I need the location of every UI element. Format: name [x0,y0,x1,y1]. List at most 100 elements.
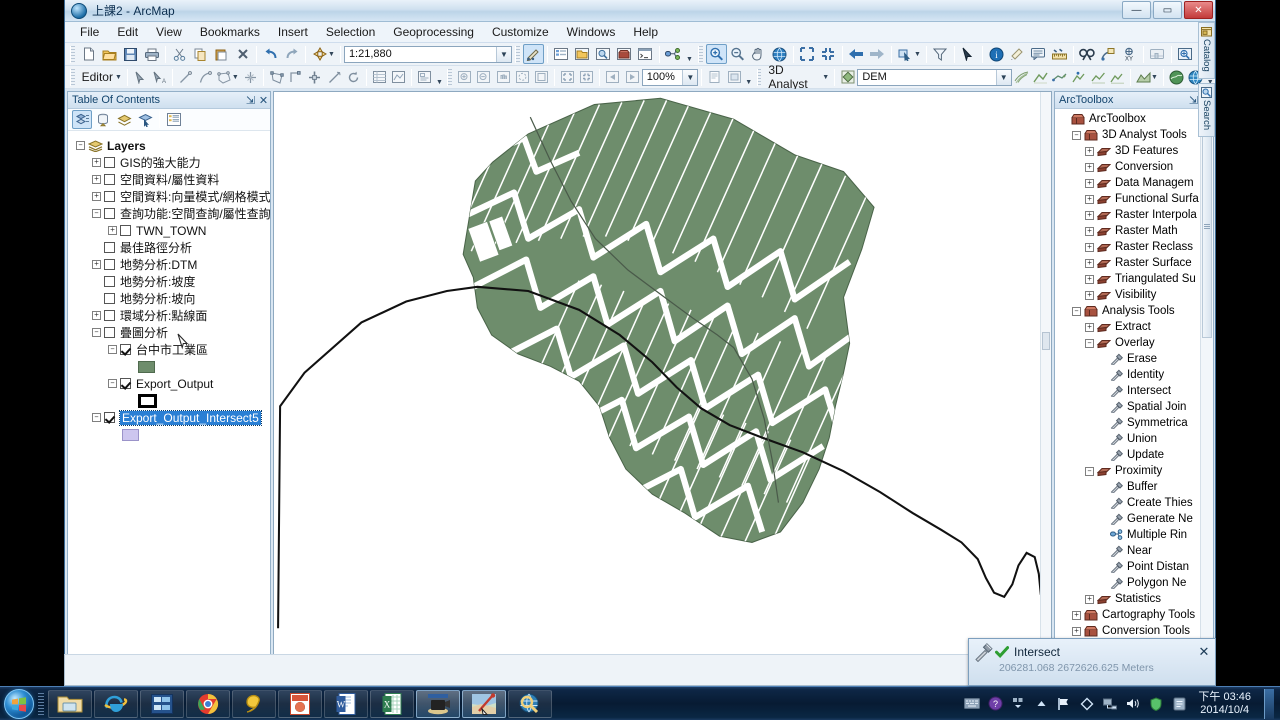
toolbox-tree-row[interactable]: – Proximity [1055,463,1213,479]
rotate-icon[interactable] [344,67,363,87]
layer-visibility-checkbox[interactable] [104,412,115,423]
menu-file[interactable]: File [71,23,108,41]
menu-selection[interactable]: Selection [317,23,384,41]
go-back-layout-icon[interactable] [603,67,622,87]
toc-root-layers[interactable]: – Layers [68,137,270,154]
taskbar-google-chrome[interactable] [186,689,230,718]
layer-visibility-checkbox[interactable] [104,259,115,270]
toolbox-tree-row[interactable]: Identity [1055,367,1213,383]
taskbar-word[interactable]: W [324,689,368,718]
maximize-button[interactable]: ▭ [1153,1,1182,19]
expander-icon[interactable]: – [76,141,85,150]
toolbox-tree-row[interactable]: Buffer [1055,479,1213,495]
create-viewer-window-icon[interactable] [1175,44,1196,64]
toolbar-overflow-button[interactable]: ▼ [684,45,695,63]
toolbox-tree-row[interactable]: Update [1055,447,1213,463]
zoom-whole-page-icon[interactable] [558,67,577,87]
midpoint-icon[interactable] [241,67,260,87]
toolbox-tree-row[interactable]: + Raster Reclass [1055,239,1213,255]
taskbar-arccatalog[interactable] [508,689,552,718]
toolbar-grip[interactable] [70,45,75,63]
layer-visibility-checkbox[interactable] [120,344,131,355]
toc-layer-row[interactable]: – 查詢功能:空間查詢/屬性查詢 [68,205,270,222]
toc-close-icon[interactable]: ✕ [257,94,270,107]
toc-layer-row[interactable]: + 地勢分析:DTM [68,256,270,273]
select-dropdown-arrow[interactable]: ▼ [914,51,921,58]
toolbar-overflow-button[interactable]: ▼ [434,68,444,86]
layer-visibility-checkbox[interactable] [104,208,115,219]
pan-layout-icon[interactable] [493,67,512,87]
split-icon[interactable] [305,67,324,87]
go-to-xy-icon[interactable]: XY [1119,44,1140,64]
redo-icon[interactable] [281,44,302,64]
zoom-100-percent-icon[interactable] [577,67,596,87]
expander-icon[interactable]: + [108,226,117,235]
toolbar-grip[interactable] [756,68,762,86]
layer-symbol-row[interactable] [68,358,270,375]
map-graphic[interactable] [274,92,1051,666]
add-data-icon[interactable] [309,44,330,64]
menu-insert[interactable]: Insert [269,23,317,41]
attributes-icon[interactable] [370,67,389,87]
expander-icon[interactable]: + [1072,626,1081,636]
hidden-icons-icon[interactable] [1010,696,1026,712]
taskbar-media-library[interactable] [140,689,184,718]
layer-visibility-checkbox[interactable] [104,276,115,287]
expander-icon[interactable]: + [1085,194,1094,204]
expander-icon[interactable]: + [1085,242,1094,252]
antivirus-icon[interactable] [1148,696,1164,712]
expander-icon[interactable]: – [1072,306,1081,316]
go-forward-layout-icon[interactable] [623,67,642,87]
add-data-dropdown-arrow[interactable]: ▼ [328,51,335,58]
toolbox-tree-row[interactable]: + Conversion [1055,159,1213,175]
toolbox-tree-row[interactable]: ArcToolbox [1055,111,1213,127]
keyboard-icon[interactable] [964,696,981,712]
identify-icon[interactable]: i [986,44,1007,64]
clear-selection-icon[interactable] [930,44,951,64]
line-of-sight-icon[interactable] [1050,67,1069,87]
map-vscroll-thumb[interactable] [1042,332,1050,350]
flag-icon[interactable] [1056,696,1072,712]
expander-icon[interactable]: – [92,328,101,337]
steepest-path-icon[interactable] [1031,67,1050,87]
search-window-icon[interactable] [593,44,614,64]
layer-symbol-row[interactable] [68,426,270,443]
zoom-out-layout-icon[interactable] [474,67,493,87]
toolbox-tree-row[interactable]: + Conversion Tools [1055,623,1213,639]
toolbox-tree-row[interactable]: Polygon Ne [1055,575,1213,591]
toolbox-tree-row[interactable]: Intersect [1055,383,1213,399]
find-icon[interactable] [1077,44,1098,64]
expander-icon[interactable]: + [1085,226,1094,236]
start-button[interactable] [4,688,34,719]
map-vertical-scrollbar[interactable] [1040,92,1051,666]
curve-segment-icon[interactable] [195,67,214,87]
menu-edit[interactable]: Edit [108,23,147,41]
taskbar-screen-recorder[interactable] [416,689,460,718]
toolbox-tree-row[interactable]: Erase [1055,351,1213,367]
clock[interactable]: 下午 03:46 2014/10/4 [1198,691,1251,717]
analysis-layer-combo[interactable]: DEM ▼ [857,68,1012,86]
find-route-icon[interactable] [1098,44,1119,64]
back-extent-icon[interactable] [846,44,867,64]
network-icon[interactable] [1102,696,1118,712]
list-by-drawing-order-icon[interactable] [72,110,92,129]
diamond-icon[interactable] [1079,696,1095,712]
toc-layer-row[interactable]: + TWN_TOWN [68,222,270,239]
taskbar-windows-explorer[interactable] [48,689,92,718]
toc-layer-row[interactable]: 地勢分析:坡向 [68,290,270,307]
interpolate-shape-icon[interactable] [1088,67,1107,87]
layer-visibility-checkbox[interactable] [104,191,115,202]
list-by-source-icon[interactable] [93,110,113,129]
layer-symbol-swatch[interactable] [122,428,139,441]
delete-icon[interactable] [232,44,253,64]
print-icon[interactable] [141,44,162,64]
contour-icon[interactable] [1012,67,1031,87]
edit-annotation-icon[interactable]: A [150,67,169,87]
select-features-icon[interactable] [895,44,916,64]
layer-visibility-checkbox[interactable] [104,327,115,338]
toolbox-vertical-scrollbar[interactable]: ▲ [1200,109,1213,682]
full-extent-icon[interactable] [769,44,790,64]
expander-icon[interactable]: + [92,175,101,184]
layer-visibility-checkbox[interactable] [104,242,115,253]
toc-pin-icon[interactable]: ⇲ [244,94,257,107]
